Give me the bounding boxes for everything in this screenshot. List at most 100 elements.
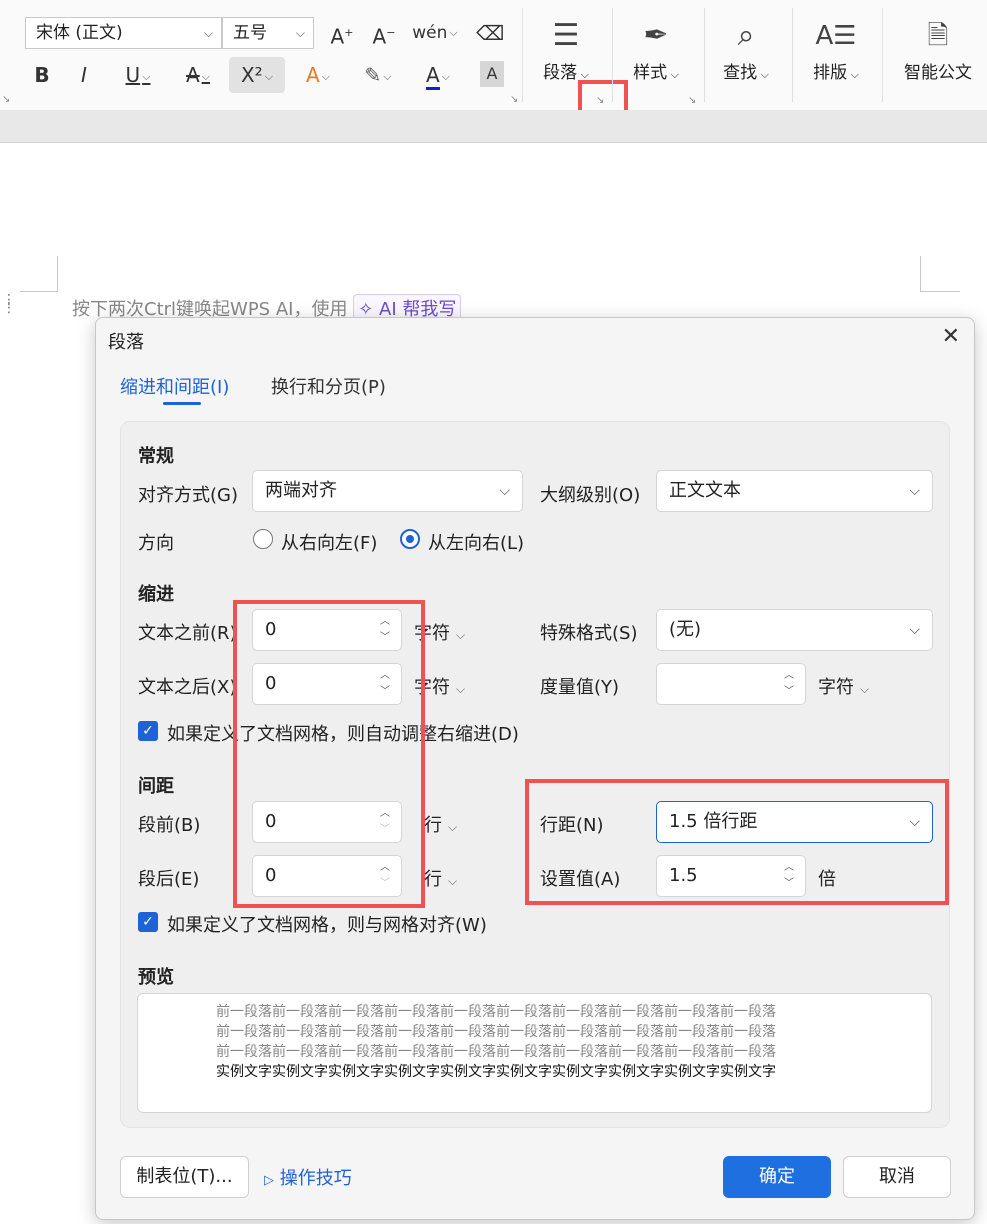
active-tab-indicator [163,402,201,405]
paragraph-label: 段落 [543,63,578,83]
outline-level-select[interactable]: 正文文本 ⌵ [656,470,933,512]
font-dialog-launcher-icon[interactable]: ↘ [2,94,10,105]
ltr-radio[interactable] [400,529,420,549]
tab-line-page-breaks[interactable]: 换行和分页(P) [271,373,386,399]
cancel-button[interactable]: 取消 [843,1156,951,1198]
ruler-bar [0,110,987,143]
chevron-down-icon: ⌵ [456,628,466,642]
space-after-label: 段后(E) [138,869,200,890]
ribbon-toolbar: 宋体 (正文) ⌵ 五号 ⌵ A+ A− wén ⌵ ⌫ B I U ⌵ A ⌵ X²… [0,0,987,120]
spin-down-icon[interactable]: ﹀ [781,684,797,700]
indent-heading: 缩进 [138,584,174,605]
alignment-value: 两端对齐 [265,480,337,501]
font-name-value: 宋体 (正文) [36,23,123,43]
font-group-launcher-icon[interactable]: ↘ [510,94,518,105]
outline-level-value: 正文文本 [669,480,741,501]
group-divider [704,8,705,102]
group-divider [612,8,613,102]
find-button[interactable]: ⌕ 查找 ⌵ [714,14,778,83]
measure-unit-text: 字符 [818,677,854,698]
search-icon: ⌕ [737,18,755,53]
spacing-heading: 间距 [138,776,174,797]
snap-grid-checkbox[interactable]: ✓ [138,912,158,932]
tips-label: 操作技巧 [279,1168,352,1189]
snap-grid-label[interactable]: 如果定义了文档网格，则与网格对齐(W) [167,911,487,937]
ltr-label[interactable]: 从左向右(L) [428,529,524,555]
chevron-down-icon: ⌵ [295,26,305,40]
space-before-unit-text: 行 [424,815,442,836]
special-format-select[interactable]: (无) ⌵ [656,609,933,651]
space-before-unit[interactable]: 行 ⌵ [424,811,457,837]
page-corner-mark [20,291,58,292]
measure-unit[interactable]: 字符 ⌵ [818,673,869,699]
indent-before-label: 文本之前(R) [138,623,237,644]
spinner-arrows: ︿ ﹀ [781,668,797,700]
spin-up-icon[interactable]: ︿ [781,668,797,684]
rtl-radio[interactable] [253,529,273,549]
dialog-title: 段落 [108,332,144,353]
preview-prev-line: 前一段落前一段落前一段落前一段落前一段落前一段落前一段落前一段落前一段落前一段落 [216,1044,776,1060]
chevron-down-icon: ⌵ [448,874,458,888]
styles-launcher-icon[interactable]: ↘ [688,95,696,106]
bold-icon[interactable]: B [30,59,54,91]
tips-link[interactable]: ▷ 操作技巧 [264,1164,352,1190]
tab-stops-button[interactable]: 制表位(T)... [120,1156,249,1198]
page-corner-mark [920,291,960,292]
paragraph-button[interactable]: ☰ 段落 ⌵ [536,14,596,83]
smart-doc-button[interactable]: 🗎 智能公文 [897,14,979,83]
indent-after-label: 文本之后(X) [138,677,237,698]
page-corner-mark [920,256,921,292]
highlight-box-line-spacing [525,779,949,905]
strikethrough-icon[interactable]: A ⌵ [176,59,220,91]
auto-adjust-checkbox[interactable]: ✓ [138,721,158,741]
tab-indent-spacing[interactable]: 缩进和间距(I) [120,373,229,399]
measure-input[interactable]: ︿ ﹀ [656,663,806,705]
preview-prev-line: 前一段落前一段落前一段落前一段落前一段落前一段落前一段落前一段落前一段落前一段落 [216,1004,776,1020]
paragraph-icon: ☰ [552,18,580,53]
paragraph-dialog: 段落 ✕ 缩进和间距(I) 换行和分页(P) 常规 对齐方式(G) 两端对齐 ⌵… [95,317,975,1220]
chevron-down-icon: ⌵ [909,483,920,499]
chevron-down-icon: ⌵ [909,622,920,638]
group-divider [792,8,793,102]
font-size-select[interactable]: 五号 ⌵ [222,17,314,49]
layout-label: 排版 [813,63,848,83]
close-icon[interactable]: ✕ [942,324,960,349]
shrink-font-icon[interactable]: A− [370,17,398,49]
layout-icon: A☰ [815,21,857,51]
font-color-icon[interactable]: A ⌵ [416,59,460,91]
ok-button[interactable]: 确定 [723,1156,831,1198]
phonetic-guide-icon[interactable]: wén ⌵ [412,17,458,49]
layout-button[interactable]: A☰ 排版 ⌵ [804,14,868,83]
special-format-label: 特殊格式(S) [540,623,638,644]
superscript-icon[interactable]: X² ⌵ [229,57,285,93]
preview-prev-line: 前一段落前一段落前一段落前一段落前一段落前一段落前一段落前一段落前一段落前一段落 [216,1024,776,1040]
rtl-label[interactable]: 从右向左(F) [281,529,377,555]
play-icon: ▷ [264,1173,274,1188]
find-label: 查找 [723,63,758,83]
group-divider [882,8,883,102]
text-effect-icon[interactable]: A ⌵ [296,59,340,91]
general-heading: 常规 [138,446,174,467]
space-after-unit-text: 行 [424,869,442,890]
alignment-select[interactable]: 两端对齐 ⌵ [252,470,523,512]
styles-pen-icon: ✒ [643,18,669,53]
italic-icon[interactable]: I [72,59,96,91]
underline-icon[interactable]: U ⌵ [116,59,160,91]
chevron-down-icon: ⌵ [203,26,213,40]
grow-font-icon[interactable]: A+ [328,17,356,49]
char-shading-icon[interactable]: A [480,61,504,87]
font-name-select[interactable]: 宋体 (正文) ⌵ [25,17,222,49]
styles-button[interactable]: ✒ 样式 ⌵ [624,14,688,83]
preview-heading: 预览 [138,967,174,988]
styles-label: 样式 [633,63,668,83]
page-corner-mark [57,256,58,292]
clear-format-icon[interactable]: ⌫ [476,17,504,49]
highlight-icon[interactable]: ✎ ⌵ [356,59,400,91]
drag-handle-icon[interactable]: ⋮ ⋮ [2,293,16,315]
direction-label: 方向 [138,533,174,554]
space-after-unit[interactable]: 行 ⌵ [424,865,457,891]
alignment-label: 对齐方式(G) [138,485,238,506]
chevron-down-icon: ⌵ [860,682,870,696]
highlight-box-indent-spacing [233,600,425,908]
measure-label: 度量值(Y) [540,677,620,698]
